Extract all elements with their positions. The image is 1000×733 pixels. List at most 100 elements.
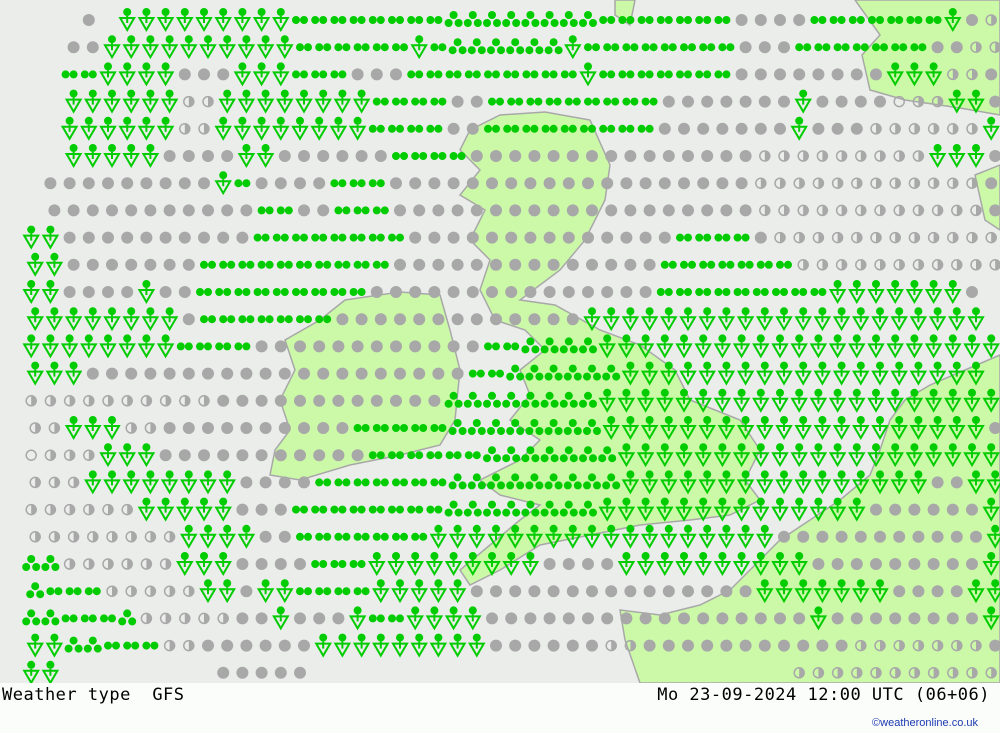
showers-icon: [944, 443, 962, 468]
showers-icon: [928, 361, 947, 386]
overcast-icon: [182, 422, 195, 434]
partly-cloudy-icon: [851, 231, 863, 244]
rain-icon: [525, 419, 544, 435]
overcast-icon: [582, 177, 594, 190]
overcast-icon: [662, 150, 675, 162]
overcast-icon: [409, 177, 422, 190]
showers-icon: [468, 524, 486, 549]
overcast-icon: [812, 558, 825, 570]
drizzle-icon: [353, 260, 370, 269]
showers-icon: [871, 579, 889, 604]
overcast-icon: [662, 585, 675, 598]
showers-icon: [736, 416, 755, 440]
showers-icon: [948, 307, 966, 332]
overcast-icon: [720, 95, 733, 108]
partly-cloudy-icon: [970, 259, 982, 271]
partly-cloudy-icon: [29, 422, 41, 434]
showers-icon: [391, 633, 409, 658]
partly-cloudy-icon: [163, 531, 176, 543]
drizzle-icon: [503, 342, 520, 351]
overcast-icon: [202, 367, 214, 380]
showers-icon: [790, 116, 808, 141]
drizzle-icon: [676, 288, 692, 296]
overcast-icon: [278, 476, 291, 489]
partly-cloudy-icon: [163, 585, 176, 597]
overcast-icon: [870, 558, 882, 570]
showers-icon: [732, 497, 751, 522]
showers-icon: [348, 116, 367, 141]
partly-cloudy-icon: [835, 150, 848, 162]
showers-icon: [276, 35, 294, 60]
overcast-icon: [624, 150, 637, 162]
overcast-icon: [63, 286, 76, 298]
overcast-icon: [778, 41, 790, 54]
overcast-icon: [716, 612, 729, 625]
partly-cloudy-icon: [140, 558, 153, 570]
overcast-icon: [413, 258, 426, 271]
drizzle-icon: [618, 124, 635, 133]
partly-cloudy-icon: [931, 639, 944, 652]
overcast-icon: [524, 612, 537, 625]
showers-icon: [156, 334, 175, 359]
drizzle-icon: [100, 614, 116, 623]
showers-icon: [291, 116, 309, 141]
drizzle-icon: [388, 505, 404, 514]
overcast-icon: [390, 177, 402, 190]
showers-icon: [103, 416, 121, 440]
partly-cloudy-icon: [87, 531, 99, 543]
partly-cloudy-icon: [966, 68, 978, 81]
showers-icon: [387, 552, 405, 576]
drizzle-icon: [756, 260, 773, 269]
overcast-icon: [562, 177, 575, 190]
showers-icon: [41, 334, 60, 359]
drizzle-icon: [695, 288, 712, 296]
overcast-icon: [490, 258, 502, 271]
partly-cloudy-icon: [48, 531, 61, 543]
drizzle-icon: [810, 16, 827, 24]
overcast-icon: [470, 585, 483, 598]
overcast-icon: [278, 639, 291, 652]
showers-icon: [909, 307, 928, 332]
credit-link[interactable]: ©weatheronline.co.uk: [872, 717, 978, 729]
drizzle-icon: [737, 260, 754, 269]
showers-icon: [967, 361, 985, 386]
overcast-icon: [682, 585, 694, 598]
showers-icon: [775, 470, 793, 495]
partly-cloudy-icon: [931, 204, 944, 217]
partly-cloudy-icon: [144, 531, 157, 543]
overcast-icon: [390, 340, 402, 353]
partly-cloudy-icon: [816, 150, 829, 162]
overcast-icon: [716, 177, 729, 190]
overcast-icon: [989, 95, 1000, 108]
overcast-icon: [624, 204, 637, 217]
overcast-icon: [332, 612, 345, 625]
drizzle-icon: [334, 43, 351, 52]
overcast-icon: [332, 394, 345, 407]
showers-icon: [640, 524, 659, 549]
overcast-icon: [355, 367, 368, 380]
showers-icon: [694, 334, 712, 359]
showers-icon: [732, 443, 751, 468]
overcast-icon: [274, 177, 287, 190]
showers-icon: [448, 633, 467, 658]
overcast-icon: [524, 231, 537, 244]
drizzle-icon: [622, 97, 639, 106]
showers-icon: [982, 116, 1000, 141]
partly-cloudy-icon: [83, 395, 95, 407]
showers-icon: [617, 497, 636, 522]
overcast-icon: [758, 41, 771, 54]
overcast-icon: [854, 95, 867, 108]
overcast-icon: [336, 367, 349, 380]
overcast-icon: [850, 122, 863, 135]
drizzle-icon: [699, 260, 716, 269]
drizzle-icon: [599, 16, 616, 24]
overcast-icon: [221, 422, 234, 434]
overcast-icon: [221, 367, 234, 380]
overcast-icon: [217, 394, 230, 407]
partly-cloudy-icon: [121, 558, 133, 570]
overcast-icon: [178, 177, 191, 190]
clear-icon: [893, 95, 905, 108]
rain-icon: [525, 473, 544, 490]
overcast-icon: [889, 558, 902, 570]
drizzle-icon: [392, 97, 408, 106]
